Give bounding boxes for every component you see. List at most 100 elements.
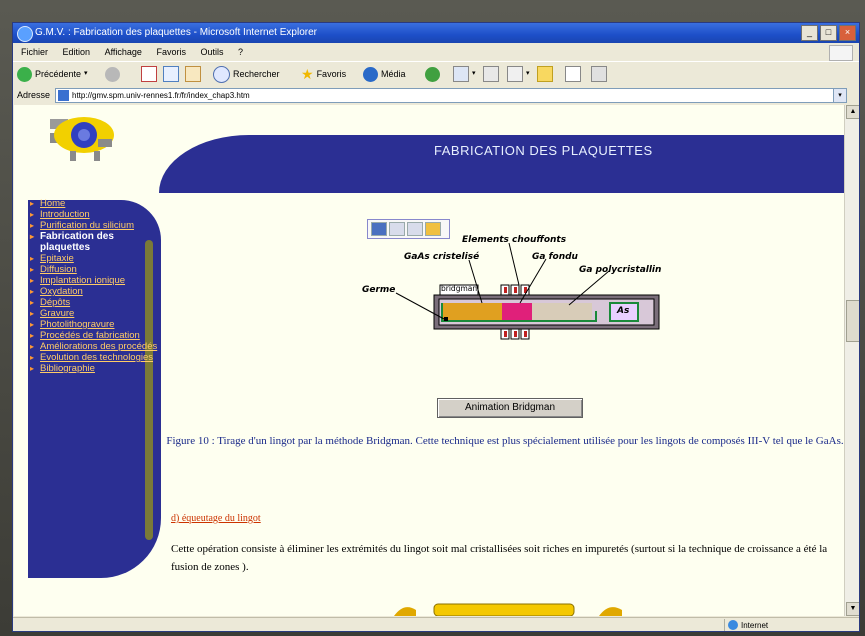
search-icon: [213, 65, 230, 83]
search-label: Rechercher: [233, 69, 280, 79]
forward-arrow-icon: [105, 66, 120, 82]
scroll-down-arrow-icon[interactable]: ▼: [846, 602, 859, 616]
star-icon: ★: [301, 66, 314, 82]
refresh-icon: [163, 66, 179, 82]
sidebar-nav: Home Introduction Purification du silici…: [28, 198, 158, 374]
label-bridgman: bridgman: [441, 284, 478, 293]
mail-image-icon[interactable]: [407, 222, 423, 236]
nav-bibliographie[interactable]: Bibliographie: [28, 363, 158, 374]
page-content: FABRICATION DES PLAQUETTES Home Introduc…: [14, 105, 844, 616]
vertical-scrollbar[interactable]: ▲ ▼: [844, 105, 859, 616]
status-bar: Internet: [13, 617, 859, 631]
window-controls: _ □ ×: [801, 25, 856, 41]
figure-caption: Figure 10 : Tirage d'un lingot par la mé…: [166, 435, 844, 447]
mail-dropdown-icon: ▾: [472, 70, 476, 77]
print-icon: [483, 66, 499, 82]
label-as: As: [617, 306, 630, 316]
menu-favoris[interactable]: Favoris: [156, 47, 186, 57]
nav-home[interactable]: Home: [28, 198, 158, 209]
globe-icon: [728, 620, 738, 630]
home-button[interactable]: [185, 66, 201, 82]
label-ga-fondu: Ga fondu: [532, 252, 578, 262]
nav-evolution[interactable]: Evolution des technologies: [28, 352, 158, 363]
save-image-icon[interactable]: [371, 222, 387, 236]
address-label: Adresse: [17, 90, 51, 100]
home-icon: [185, 66, 201, 82]
page-title: FABRICATION DES PLAQUETTES: [434, 143, 653, 158]
menu-affichage[interactable]: Affichage: [105, 47, 142, 57]
edit-button[interactable]: ▾: [507, 66, 530, 82]
nav-epitaxie[interactable]: Epitaxie: [28, 253, 158, 264]
address-url: http://gmv.spm.univ-rennes1.fr/fr/index_…: [72, 91, 250, 100]
label-ga-polycristallin: Ga polycristallin: [579, 265, 662, 275]
browser-window: G.M.V. : Fabrication des plaquettes - Mi…: [12, 22, 860, 632]
back-dropdown-icon: ▾: [84, 70, 88, 77]
edit-icon: [507, 66, 523, 82]
menu-bar: Fichier Edition Affichage Favoris Outils…: [13, 43, 859, 61]
back-label: Précédente: [35, 69, 82, 79]
label-gaas-cristallise: GaAs cristelisé: [404, 252, 480, 262]
standard-toolbar: Précédente ▾ Rechercher ★ Favoris Média: [13, 61, 859, 87]
folder-icon: [537, 66, 553, 82]
nav-procedes[interactable]: Procédés de fabrication: [28, 330, 158, 341]
media-icon: [363, 66, 378, 82]
mail-button[interactable]: ▾: [453, 66, 476, 82]
window-title: G.M.V. : Fabrication des plaquettes - Mi…: [35, 27, 317, 38]
maximize-button[interactable]: □: [820, 25, 837, 41]
label-germe: Germe: [362, 285, 396, 295]
menu-fichier[interactable]: Fichier: [21, 47, 48, 57]
media-label: Média: [381, 69, 406, 79]
nav-implantation[interactable]: Implantation ionique: [28, 275, 158, 286]
title-bar: G.M.V. : Fabrication des plaquettes - Mi…: [13, 23, 859, 43]
history-icon: [425, 66, 440, 82]
nav-photolithogravure[interactable]: Photolithogravure: [28, 319, 158, 330]
nav-introduction[interactable]: Introduction: [28, 209, 158, 220]
media-button[interactable]: Média: [363, 66, 406, 82]
animation-bridgman-button[interactable]: Animation Bridgman: [437, 398, 583, 418]
bottom-navigation-decoration: [394, 603, 622, 616]
close-button[interactable]: ×: [839, 25, 856, 41]
label-elements-chauffants: Elements chouffonts: [462, 235, 567, 245]
scroll-up-arrow-icon[interactable]: ▲: [846, 105, 859, 119]
nav-purification[interactable]: Purification du silicium: [28, 220, 158, 231]
nav-depots[interactable]: Dépôts: [28, 297, 158, 308]
menu-help[interactable]: ?: [238, 47, 243, 57]
stop-icon: [141, 66, 157, 82]
messenger-icon: [565, 66, 581, 82]
folder-image-icon[interactable]: [425, 222, 441, 236]
stop-button[interactable]: [141, 66, 157, 82]
nav-gravure[interactable]: Gravure: [28, 308, 158, 319]
scroll-thumb[interactable]: [846, 300, 859, 342]
nav-diffusion[interactable]: Diffusion: [28, 264, 158, 275]
zone-label: Internet: [741, 621, 769, 630]
minimize-button[interactable]: _: [801, 25, 818, 41]
favorites-button[interactable]: ★ Favoris: [301, 66, 346, 82]
mail-icon: [453, 66, 469, 82]
print-image-icon[interactable]: [389, 222, 405, 236]
favorites-label: Favoris: [316, 69, 347, 79]
search-button[interactable]: Rechercher: [213, 65, 280, 83]
security-zone: Internet: [724, 619, 841, 631]
section-link-equeutage[interactable]: d) équeutage du lingot: [171, 513, 261, 524]
research-icon: [591, 66, 607, 82]
back-arrow-icon: [17, 66, 32, 82]
research-button[interactable]: [591, 66, 607, 82]
folder-button[interactable]: [537, 66, 553, 82]
messenger-button[interactable]: [565, 66, 581, 82]
nav-fabrication-plaquettes[interactable]: Fabrication des plaquettes: [28, 231, 158, 253]
body-paragraph: Cette opération consiste à éliminer les …: [171, 543, 828, 573]
header-banner: FABRICATION DES PLAQUETTES: [159, 135, 844, 193]
address-dropdown-icon[interactable]: ▾: [833, 89, 846, 102]
windows-logo-icon: [829, 45, 853, 61]
nav-ameliorations[interactable]: Améliorations des procédés: [28, 341, 158, 352]
history-button[interactable]: [425, 66, 440, 82]
print-button[interactable]: [483, 66, 499, 82]
back-button[interactable]: Précédente ▾: [17, 66, 88, 82]
forward-button[interactable]: [105, 66, 120, 82]
bridgman-diagram: Elements chouffonts GaAs cristelisé Ga f…: [362, 235, 704, 350]
refresh-button[interactable]: [163, 66, 179, 82]
address-input[interactable]: http://gmv.spm.univ-rennes1.fr/fr/index_…: [55, 88, 847, 103]
menu-outils[interactable]: Outils: [201, 47, 224, 57]
nav-oxydation[interactable]: Oxydation: [28, 286, 158, 297]
menu-edition[interactable]: Edition: [63, 47, 91, 57]
